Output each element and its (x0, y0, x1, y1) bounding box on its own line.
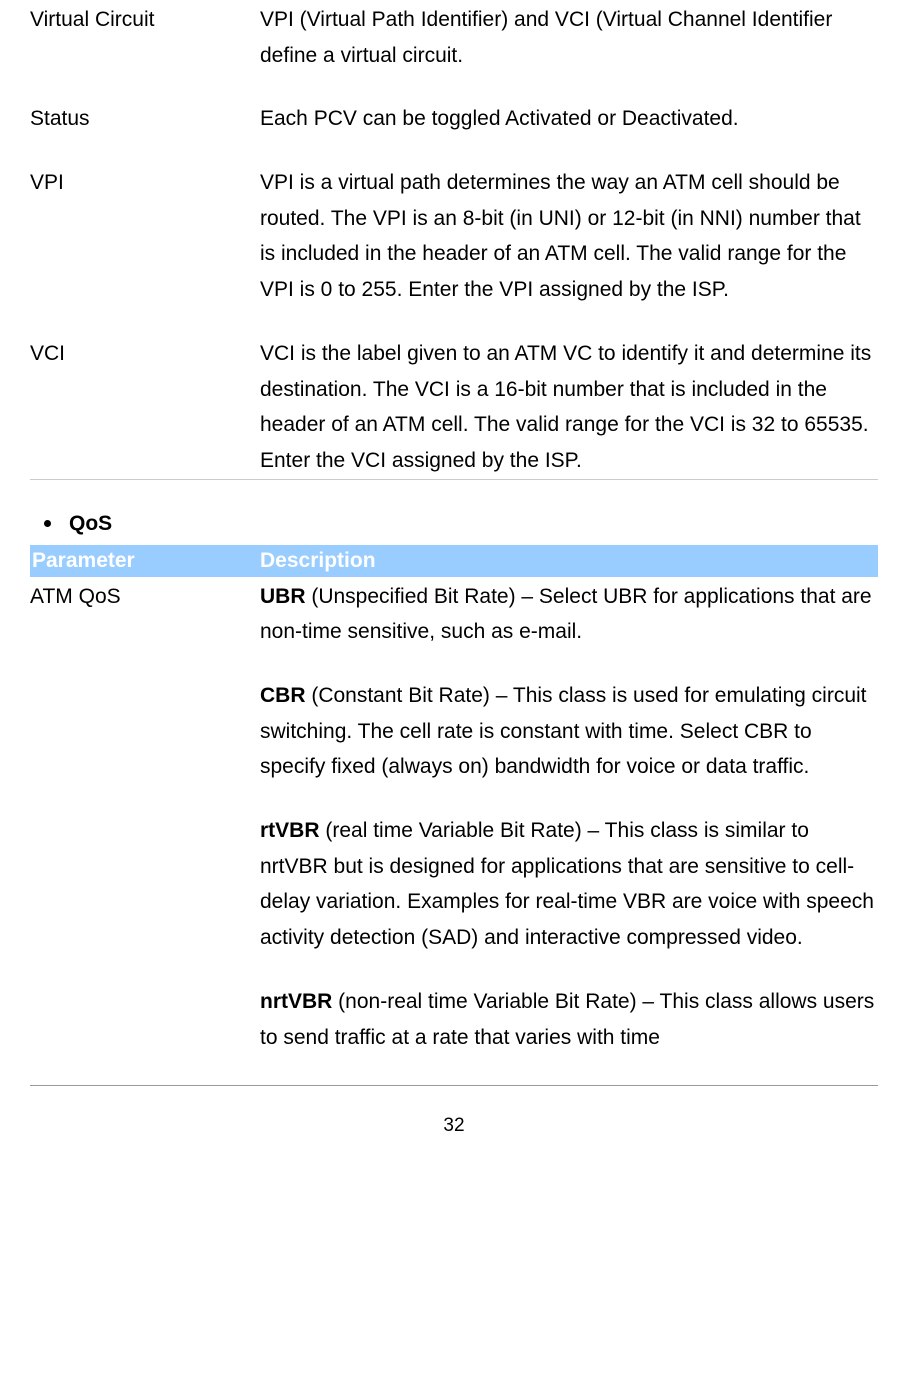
definition-row: VCI VCI is the label given to an ATM VC … (30, 336, 878, 479)
qos-item: CBR (Constant Bit Rate) – This class is … (260, 678, 878, 785)
qos-row: ATM QoS UBR (Unspecified Bit Rate) – Sel… (30, 579, 878, 1056)
definition-term: Virtual Circuit (30, 2, 260, 73)
definition-description: Each PCV can be toggled Activated or Dea… (260, 101, 878, 137)
qos-parameter-label: ATM QoS (30, 579, 260, 1056)
page-number: 32 (30, 1110, 878, 1142)
definitions-list: Virtual Circuit VPI (Virtual Path Identi… (30, 2, 878, 479)
definition-row: Virtual Circuit VPI (Virtual Path Identi… (30, 2, 878, 73)
definition-term: Status (30, 101, 260, 137)
qos-item-text: (real time Variable Bit Rate) – This cla… (260, 819, 874, 949)
qos-item-lead: rtVBR (260, 819, 320, 842)
qos-item-lead: CBR (260, 684, 306, 707)
qos-table-header: Parameter Description (30, 545, 878, 576)
qos-descriptions: UBR (Unspecified Bit Rate) – Select UBR … (260, 579, 878, 1056)
qos-item: nrtVBR (non-real time Variable Bit Rate)… (260, 984, 878, 1055)
qos-item-lead: UBR (260, 585, 306, 608)
qos-item-text: (Constant Bit Rate) – This class is used… (260, 684, 867, 778)
qos-heading: QoS (44, 506, 878, 542)
qos-item: rtVBR (real time Variable Bit Rate) – Th… (260, 813, 878, 956)
definition-term: VPI (30, 165, 260, 308)
header-description: Description (260, 546, 878, 575)
qos-heading-text: QoS (69, 506, 112, 542)
definition-row: VPI VPI is a virtual path determines the… (30, 165, 878, 308)
bullet-icon (44, 520, 51, 527)
qos-item-lead: nrtVBR (260, 990, 332, 1013)
definition-description: VPI (Virtual Path Identifier) and VCI (V… (260, 2, 878, 73)
definition-row: Status Each PCV can be toggled Activated… (30, 101, 878, 137)
definition-description: VPI is a virtual path determines the way… (260, 165, 878, 308)
qos-item-text: (Unspecified Bit Rate) – Select UBR for … (260, 585, 872, 644)
definition-term: VCI (30, 336, 260, 479)
section-divider (30, 479, 878, 480)
definition-description: VCI is the label given to an ATM VC to i… (260, 336, 878, 479)
qos-item-text: (non-real time Variable Bit Rate) – This… (260, 990, 874, 1049)
qos-item: UBR (Unspecified Bit Rate) – Select UBR … (260, 579, 878, 650)
header-parameter: Parameter (30, 546, 260, 575)
footer-divider (30, 1085, 878, 1086)
